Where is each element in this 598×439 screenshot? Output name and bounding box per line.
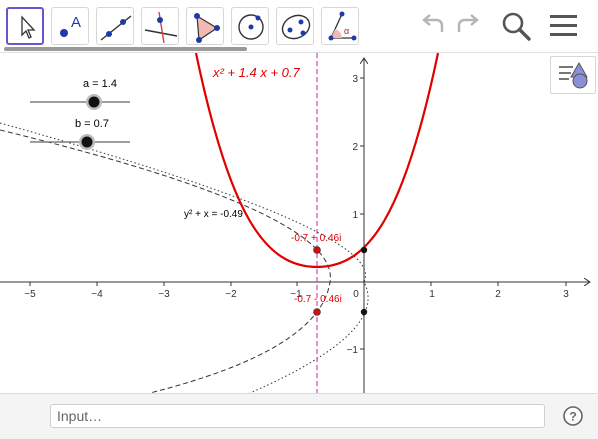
function-label: x² + 1.4 x + 0.7 [212, 65, 300, 80]
y-tick-label: 1 [352, 210, 358, 221]
move-tool-button[interactable] [6, 7, 44, 45]
line-through-points-icon [100, 15, 132, 41]
graphics-view[interactable]: −5 −4 −3 −2 −1 0 1 2 3 3 2 1 −1 x² + 1.4… [0, 53, 598, 393]
angle-icon: α [328, 11, 357, 41]
redo-icon[interactable] [453, 10, 483, 40]
ellipse-icon [281, 14, 311, 40]
svg-text:α: α [344, 26, 349, 36]
root-label-upper: -0.7 + 0.46i [291, 233, 341, 244]
input-bar [0, 393, 598, 439]
x-tick-label: −2 [225, 289, 237, 300]
implicit-curve-label: y² + x = -0.49 [184, 209, 243, 220]
axis-point-lower[interactable] [360, 308, 368, 316]
complex-root-lower-point[interactable] [313, 308, 321, 316]
slider-a-handle[interactable] [88, 96, 100, 108]
slider-b-handle[interactable] [81, 136, 93, 148]
root-label-lower: -0.7 - 0.46i [294, 294, 342, 305]
circle-tool-button[interactable] [231, 7, 269, 45]
dashed-parabola [0, 129, 331, 393]
menu-icon[interactable] [548, 10, 580, 42]
y-axis-ticks [360, 77, 364, 350]
x-tick-label: 3 [563, 289, 569, 300]
svg-text:A: A [71, 14, 81, 31]
y-tick-label: −1 [347, 345, 359, 356]
point-icon: A [60, 14, 81, 37]
x-tick-label: −3 [158, 289, 170, 300]
search-icon[interactable] [500, 10, 534, 44]
polygon-icon [194, 13, 220, 43]
perpendicular-line-icon [144, 11, 178, 44]
graphics-style-icon [559, 61, 588, 89]
graphics-canvas[interactable]: −5 −4 −3 −2 −1 0 1 2 3 3 2 1 −1 x² + 1.4… [0, 53, 598, 393]
slider-a-label: a = 1.4 [83, 78, 117, 90]
line-tool-button[interactable] [96, 7, 134, 45]
circle-icon [238, 14, 264, 40]
undo-icon[interactable] [418, 10, 448, 40]
cursor-arrow-icon [21, 15, 36, 39]
graphics-style-bar-button[interactable] [550, 56, 596, 94]
ellipse-tool-button[interactable] [276, 7, 314, 45]
help-icon[interactable]: ? [562, 405, 584, 427]
polygon-tool-button[interactable] [186, 7, 224, 45]
axis-point-upper[interactable] [360, 246, 368, 254]
svg-text:?: ? [569, 410, 576, 424]
x-tick-label: −5 [24, 289, 36, 300]
complex-root-upper-point[interactable] [313, 246, 321, 254]
x-tick-label: 1 [429, 289, 435, 300]
dotted-parabola [0, 122, 369, 393]
perpendicular-line-tool-button[interactable] [141, 7, 179, 45]
x-tick-label: −4 [91, 289, 103, 300]
toolbar-scrollbar[interactable] [4, 47, 247, 51]
y-tick-label: 2 [352, 142, 358, 153]
input-field[interactable] [50, 404, 545, 428]
y-tick-label: 3 [352, 74, 358, 85]
angle-tool-button[interactable]: α [321, 7, 359, 45]
x-axis-ticks [29, 282, 567, 286]
point-tool-button[interactable]: A [51, 7, 89, 45]
toolbar: A α [0, 0, 598, 53]
slider-b-label: b = 0.7 [75, 118, 109, 130]
x-tick-label: 0 [353, 289, 359, 300]
x-tick-label: 2 [495, 289, 501, 300]
